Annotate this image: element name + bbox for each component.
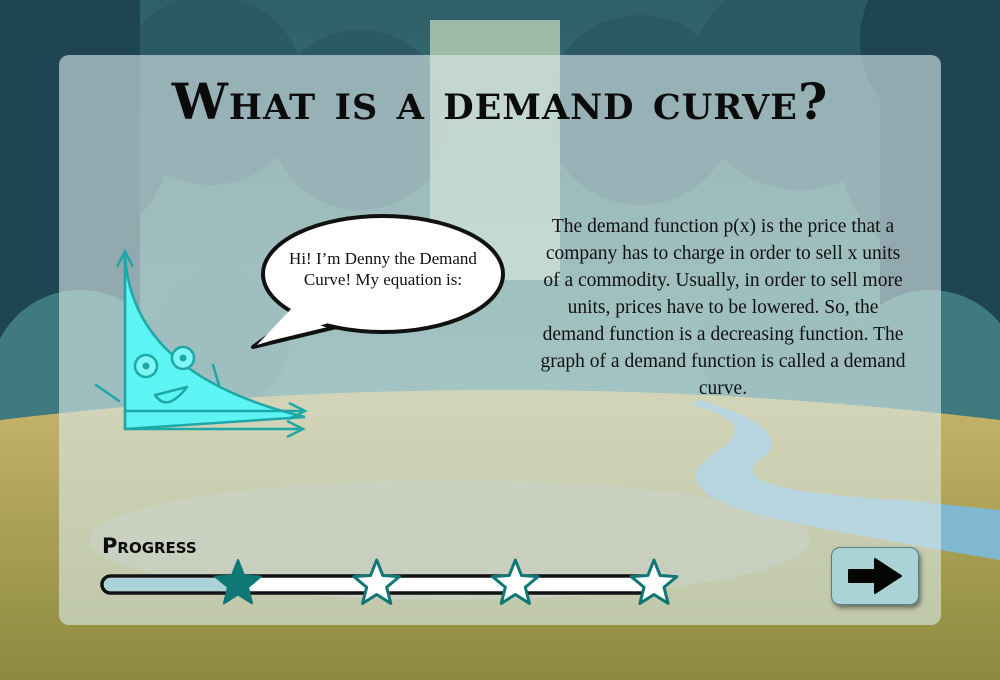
denny-character [94,214,505,439]
progress-bar [100,558,679,605]
star-icon-filled [214,559,262,605]
star-icon [629,558,679,605]
page-title: What is a demand curve? [171,72,829,131]
speech-text: Hi! I’m Denny the Demand Curve! My equat… [289,249,477,289]
next-button[interactable] [831,547,919,605]
description-text: The demand function p(x) is the price th… [540,216,906,399]
star-icon [352,558,401,605]
right-arrow-icon [848,558,902,594]
star-icon [491,558,540,605]
